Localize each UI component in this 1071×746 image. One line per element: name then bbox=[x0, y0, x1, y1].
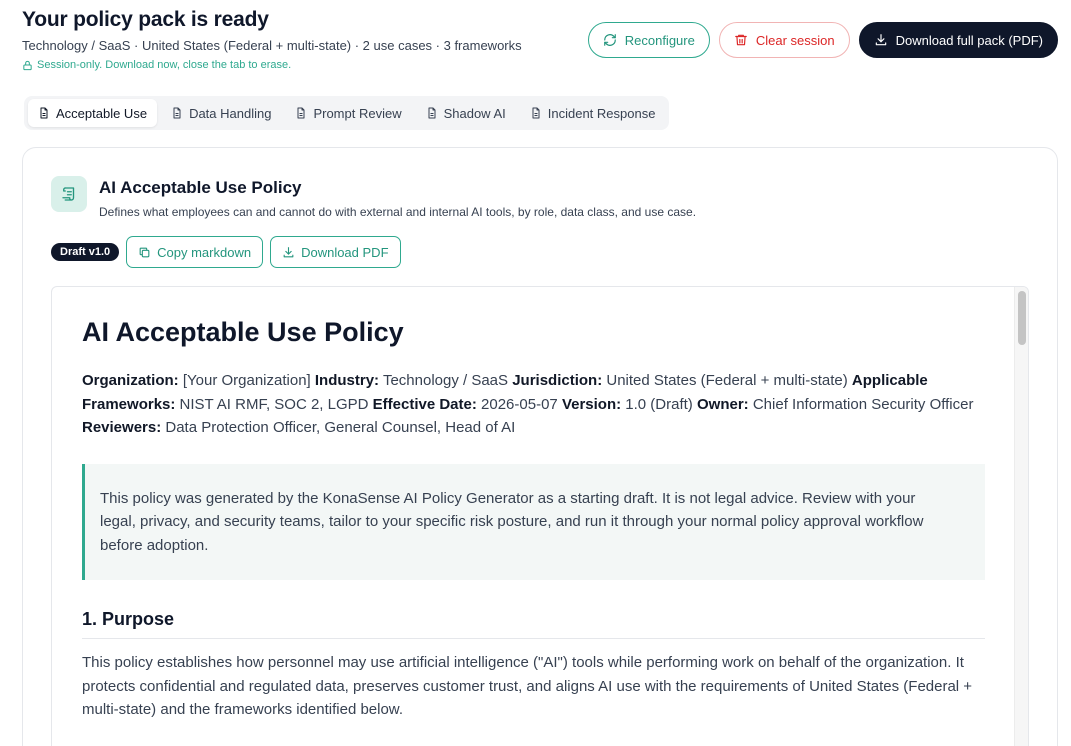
document-icon bbox=[297, 107, 305, 119]
scroll-icon bbox=[62, 187, 75, 201]
copy-markdown-button[interactable]: Copy markdown bbox=[126, 236, 264, 268]
reconfigure-label: Reconfigure bbox=[624, 32, 695, 48]
meta-label: Industry: bbox=[314, 372, 380, 389]
download-full-pack-button[interactable]: Download full pack (PDF) bbox=[858, 22, 1058, 58]
document-icon bbox=[173, 107, 181, 119]
tab-prompt-review[interactable]: Prompt Review bbox=[285, 99, 411, 127]
meta-value: Chief Information Security Officer bbox=[748, 395, 974, 413]
document-content: AI Acceptable Use Policy Organization: [… bbox=[82, 287, 985, 722]
trash-icon bbox=[735, 34, 747, 46]
meta-value: 1.0 (Draft) bbox=[621, 395, 697, 413]
version-badge: Draft v1.0 bbox=[51, 243, 120, 261]
section-paragraph: This policy establishes how personnel ma… bbox=[82, 654, 973, 718]
download-icon bbox=[875, 34, 886, 46]
meta-label: Owner: bbox=[696, 395, 749, 413]
meta-label: Organization: bbox=[82, 372, 179, 389]
document-viewer[interactable]: AI Acceptable Use Policy Organization: [… bbox=[51, 286, 1029, 746]
session-note: Session-only. Download now, close the ta… bbox=[22, 58, 522, 72]
meta-label: Reviewers: bbox=[82, 419, 162, 436]
document-title: AI Acceptable Use Policy bbox=[82, 317, 404, 347]
policy-title: AI Acceptable Use Policy bbox=[99, 178, 302, 197]
refresh-icon bbox=[603, 34, 616, 46]
scrollbar-thumb[interactable] bbox=[1018, 291, 1026, 345]
meta-value: Data Protection Officer, General Counsel… bbox=[161, 419, 516, 436]
clear-session-button[interactable]: Clear session bbox=[718, 22, 850, 58]
policy-tabs: Acceptable Use Data Handling Prompt Revi… bbox=[24, 96, 670, 130]
lock-icon bbox=[23, 60, 32, 70]
download-icon bbox=[283, 246, 294, 257]
policy-description: Defines what employees can and cannot do… bbox=[99, 205, 697, 219]
meta-value: United States (Federal + multi-state) bbox=[602, 372, 852, 389]
download-full-pack-label: Download full pack (PDF) bbox=[895, 32, 1043, 48]
page-title: Your policy pack is ready bbox=[22, 8, 269, 31]
meta-label: Version: bbox=[561, 395, 622, 413]
meta-value: Technology / SaaS bbox=[379, 372, 513, 389]
tab-label: Shadow AI bbox=[443, 105, 506, 121]
section-heading: 1. Purpose bbox=[82, 609, 985, 639]
header-actions: Reconfigure Clear session Download full … bbox=[587, 22, 1058, 58]
tab-label: Acceptable Use bbox=[56, 105, 148, 121]
meta-label: Jurisdiction: bbox=[512, 372, 603, 389]
tab-shadow-ai[interactable]: Shadow AI bbox=[416, 99, 516, 127]
document-icon bbox=[428, 107, 436, 119]
download-pdf-button[interactable]: Download PDF bbox=[270, 236, 401, 268]
tab-label: Incident Response bbox=[547, 105, 656, 121]
meta-label: Effective Date: bbox=[372, 395, 477, 413]
copy-markdown-label: Copy markdown bbox=[157, 244, 252, 260]
tab-label: Data Handling bbox=[189, 105, 272, 121]
tab-acceptable-use[interactable]: Acceptable Use bbox=[28, 99, 158, 127]
session-note-text: Session-only. Download now, close the ta… bbox=[37, 59, 292, 71]
meta-value: 2026-05-07 bbox=[476, 395, 562, 413]
reconfigure-button[interactable]: Reconfigure bbox=[587, 22, 710, 58]
tab-label: Prompt Review bbox=[313, 105, 402, 121]
policy-icon-box bbox=[51, 176, 87, 212]
meta-value: NIST AI RMF, SOC 2, LGPD bbox=[175, 395, 373, 413]
document-scrollbar[interactable] bbox=[1014, 287, 1028, 746]
document-icon bbox=[532, 107, 540, 119]
disclaimer-callout: This policy was generated by the KonaSen… bbox=[82, 463, 985, 580]
page-header: Your policy pack is ready Technology / S… bbox=[22, 6, 522, 72]
meta-value: [Your Organization] bbox=[178, 372, 315, 389]
policy-card: AI Acceptable Use Policy Defines what em… bbox=[22, 147, 1058, 746]
download-pdf-label: Download PDF bbox=[301, 244, 389, 260]
tab-data-handling[interactable]: Data Handling bbox=[161, 99, 281, 127]
page-subtitle: Technology / SaaS · United States (Feder… bbox=[22, 38, 522, 53]
clear-session-label: Clear session bbox=[755, 32, 835, 48]
document-meta: Organization: [Your Organization] Indust… bbox=[82, 369, 985, 440]
document-icon bbox=[40, 107, 48, 119]
tab-incident-response[interactable]: Incident Response bbox=[520, 99, 666, 127]
policy-toolbar: Draft v1.0 Copy markdown Download PDF bbox=[51, 236, 401, 268]
copy-icon bbox=[139, 247, 150, 257]
